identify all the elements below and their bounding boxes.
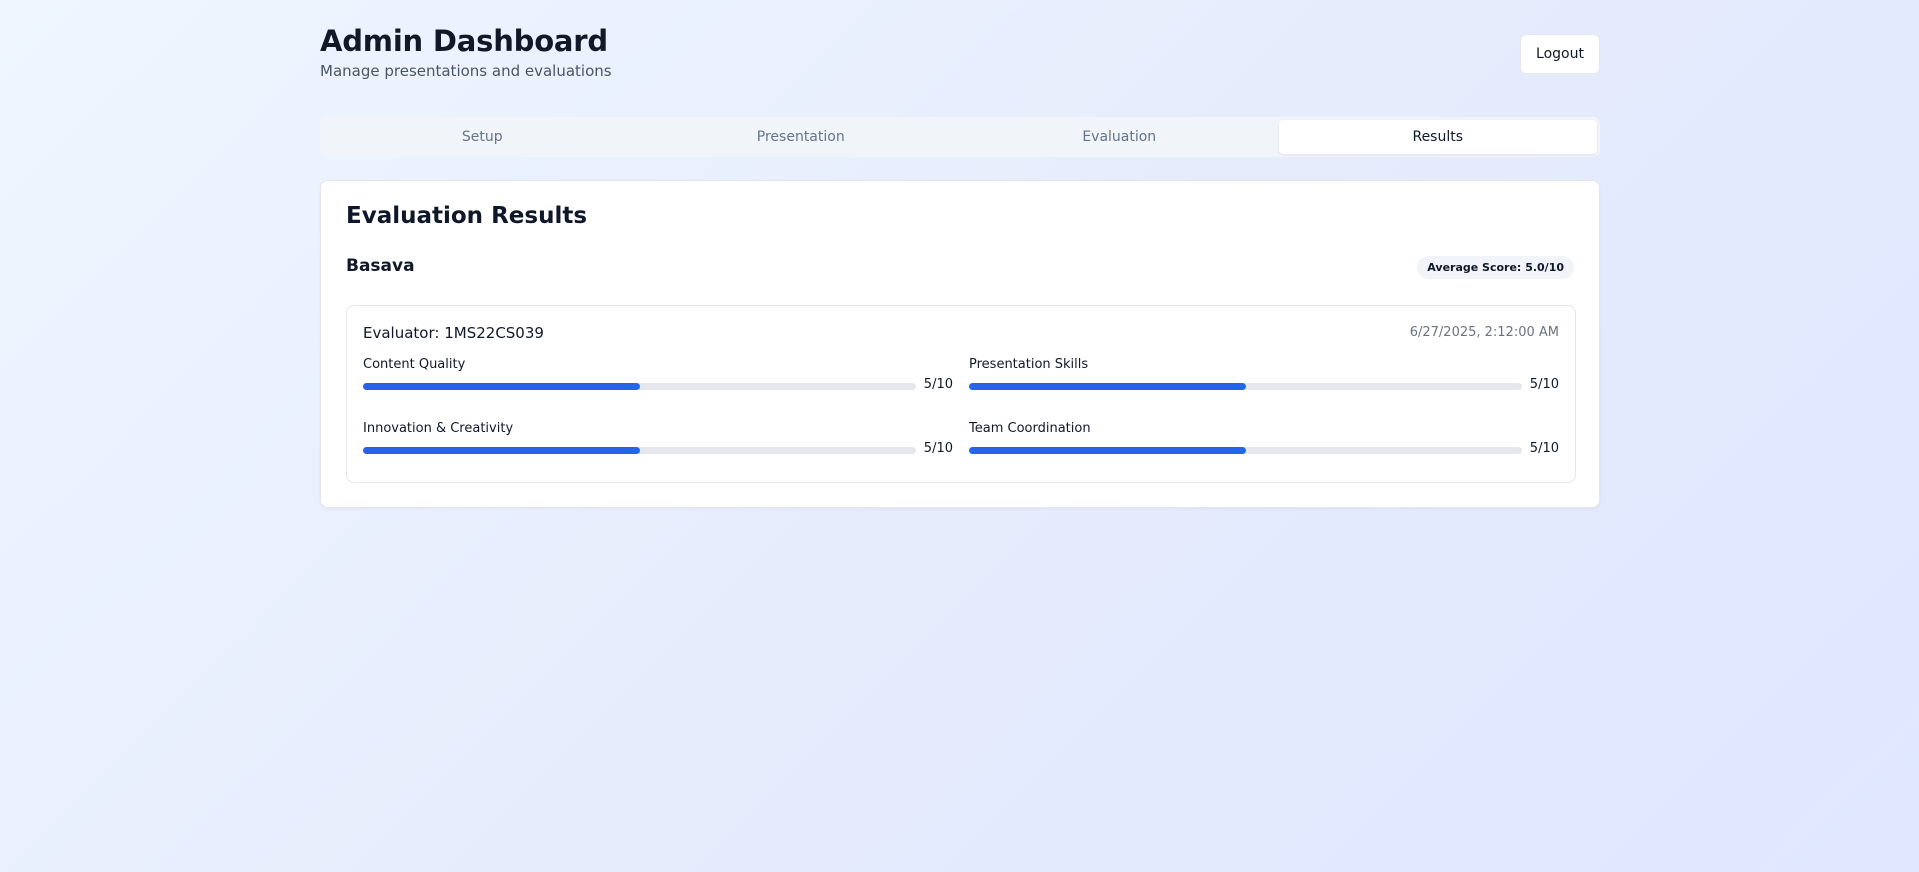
score-bar-fill <box>363 447 640 454</box>
tab-presentation[interactable]: Presentation <box>642 120 961 154</box>
tab-setup[interactable]: Setup <box>323 120 642 154</box>
page-title: Admin Dashboard <box>320 24 608 58</box>
evaluation-entry: Evaluator: 1MS22CS039 6/27/2025, 2:12:00 … <box>346 305 1576 483</box>
tab-results[interactable]: Results <box>1278 120 1597 154</box>
evaluation-timestamp: 6/27/2025, 2:12:00 AM <box>1409 325 1559 340</box>
criterion-label: Innovation & Creativity <box>363 421 514 436</box>
tab-bar: Setup Presentation Evaluation Results <box>320 117 1600 157</box>
page-header: Admin Dashboard Manage presentations and… <box>320 0 1600 118</box>
score-bar-track <box>969 447 1522 454</box>
criterion-label: Content Quality <box>363 357 466 372</box>
logout-button[interactable]: Logout <box>1520 34 1600 74</box>
app-container: Admin Dashboard Manage presentations and… <box>320 0 1600 508</box>
evaluator-label: Evaluator: <box>363 324 440 342</box>
results-card: Evaluation Results Basava Average Score:… <box>320 180 1600 508</box>
criterion-score: 5/10 <box>923 377 953 392</box>
criterion-score: 5/10 <box>923 441 953 456</box>
average-score-label: Average Score: <box>1427 261 1522 274</box>
score-bar-track <box>363 447 916 454</box>
results-title: Evaluation Results <box>346 203 588 229</box>
score-bar-fill <box>969 383 1246 390</box>
evaluator-info: Evaluator: 1MS22CS039 <box>363 324 544 342</box>
score-bar-fill <box>363 383 640 390</box>
criterion-label: Team Coordination <box>969 421 1091 436</box>
tab-evaluation[interactable]: Evaluation <box>960 120 1279 154</box>
score-bar-fill <box>969 447 1246 454</box>
evaluator-id: 1MS22CS039 <box>444 324 544 342</box>
average-score-value: 5.0/10 <box>1525 261 1564 274</box>
score-bar-track <box>969 383 1522 390</box>
average-score-badge: Average Score: 5.0/10 <box>1417 256 1574 279</box>
presenter-name: Basava <box>346 256 415 276</box>
criterion-score: 5/10 <box>1529 377 1559 392</box>
page-subtitle: Manage presentations and evaluations <box>320 62 612 80</box>
criterion-label: Presentation Skills <box>969 357 1089 372</box>
score-bar-track <box>363 383 916 390</box>
criterion-score: 5/10 <box>1529 441 1559 456</box>
